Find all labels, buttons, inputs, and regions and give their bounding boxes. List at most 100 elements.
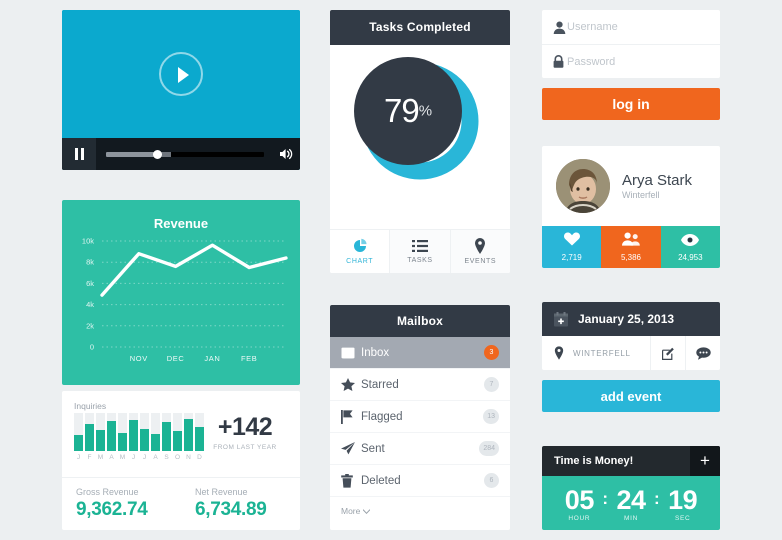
revenue-xtick: NOV [130, 354, 148, 363]
timer-unit-label: HOUR [568, 514, 591, 522]
timer-body: 05 HOUR:24 MIN:19 SEC [542, 476, 720, 530]
inquiries-bar [74, 413, 83, 451]
user-icon [553, 21, 567, 34]
comment-icon[interactable] [685, 336, 720, 370]
revenue-ytick: 10k [82, 237, 94, 246]
video-progress-handle[interactable] [152, 149, 162, 159]
delta-caption: FROM LAST YEAR [213, 444, 277, 451]
pause-icon[interactable] [62, 138, 96, 170]
event-location: WINTERFELL [542, 346, 650, 360]
mailbox-item-sent[interactable]: Sent 284 [330, 433, 510, 465]
mailbox-item-label: Flagged [361, 410, 403, 423]
volume-icon[interactable] [274, 148, 300, 160]
inquiries-bar-fill [96, 430, 105, 451]
revenue-xtick: JAN [204, 354, 220, 363]
play-icon[interactable] [159, 52, 203, 96]
profile-stat-heart[interactable]: 2,719 [542, 226, 602, 268]
inquiries-bar [85, 413, 94, 451]
profile-name: Arya Stark [622, 172, 693, 189]
add-event-button[interactable]: add event [542, 380, 720, 412]
event-header: January 25, 2013 [542, 302, 720, 336]
inquiries-bar [140, 413, 149, 451]
pause-bar-right [80, 148, 84, 160]
inquiries-month-tick: J [131, 454, 136, 461]
mailbox-item-badge: 6 [484, 473, 499, 488]
inquiries-month-tick: D [197, 454, 202, 461]
gross-revenue-value: 9,362.74 [76, 499, 148, 520]
inquiries-month-tick: J [142, 454, 147, 461]
delta-value: +142 [217, 413, 273, 441]
inquiries-bar-fill [74, 435, 83, 451]
tab-chart[interactable]: CHART [330, 230, 390, 273]
inquiries-month-tick: F [87, 454, 92, 461]
timer-header: Time is Money! + [542, 446, 720, 476]
mailbox-item-starred[interactable]: Starred 7 [330, 369, 510, 401]
inquiries-bar-fill [107, 421, 116, 451]
mailbox-more[interactable]: More [330, 497, 510, 525]
mailbox-title: Mailbox [330, 305, 510, 337]
video-progress-fill [106, 151, 157, 157]
timer-unit-min: 24 MIN [608, 486, 654, 522]
inquiries-bar-fill [129, 419, 138, 451]
mailbox-item-badge: 7 [484, 377, 499, 392]
tasks-completed-card: Tasks Completed 79% CHART TASKS EVENTS [330, 10, 510, 273]
tasks-title: Tasks Completed [330, 10, 510, 45]
timer-unit-hour: 05 HOUR [556, 484, 602, 522]
video-stage[interactable] [62, 10, 300, 138]
profile-stat-value: 5,386 [620, 253, 641, 262]
inquiries-month-tick: M [119, 454, 126, 461]
net-revenue-label: Net Revenue [195, 487, 248, 497]
inquiries-bar-fill [162, 422, 171, 451]
mailbox-list: Inbox 3 Starred 7 Flagged 13 Sent 284 Deleted 6 [330, 337, 510, 497]
edit-icon[interactable] [650, 336, 685, 370]
inquiries-bar-fill [118, 432, 127, 451]
profile-header: Arya Stark Winterfell [542, 146, 720, 226]
event-body: WINTERFELL [542, 336, 720, 370]
revenue-chart-card: Revenue 0 2k 4k 6k 8k 10k NOV DEC JAN FEB [62, 200, 300, 385]
inquiries-bar-fill [151, 433, 160, 451]
inquiries-bar [107, 413, 116, 451]
revenue-split: Gross Revenue 9,362.74 Net Revenue 6,734… [62, 477, 300, 530]
mailbox-item-deleted[interactable]: Deleted 6 [330, 465, 510, 497]
mailbox-item-badge: 3 [484, 345, 499, 360]
profile-stat-people[interactable]: 5,386 [601, 226, 661, 268]
inquiries-month-axis: JFMAMJJASOND [62, 454, 300, 461]
mailbox-item-flagged[interactable]: Flagged 13 [330, 401, 510, 433]
tab-tasks[interactable]: TASKS [389, 230, 450, 273]
username-input[interactable] [567, 21, 709, 33]
mailbox-item-inbox[interactable]: Inbox 3 [330, 337, 510, 369]
video-controls [62, 138, 300, 170]
timer-unit-sec: 19 SEC [660, 486, 706, 522]
tasks-donut-chart: 79% [330, 45, 510, 229]
video-progress-bar[interactable] [106, 149, 264, 159]
send-icon [341, 442, 361, 455]
tab-events[interactable]: EVENTS [449, 230, 510, 273]
login-button[interactable]: log in [542, 88, 720, 120]
mailbox-item-label: Starred [361, 378, 399, 391]
revenue-ytick: 4k [86, 300, 94, 309]
timer-unit-value: 05 [564, 484, 595, 515]
donut-center: 79% [354, 57, 462, 165]
inquiries-bar-fill [184, 418, 193, 451]
timer-add-button[interactable]: + [690, 446, 720, 476]
dashboard-ui-kit: Revenue 0 2k 4k 6k 8k 10k NOV DEC JAN FEB Inquiri… [0, 0, 782, 540]
inquiries-month-tick: N [186, 454, 191, 461]
event-date: January 25, 2013 [578, 312, 675, 326]
pause-bar-left [74, 148, 78, 160]
revenue-line-chart: 0 2k 4k 6k 8k 10k NOV DEC JAN FEB [82, 237, 288, 363]
username-row [542, 10, 720, 44]
tab-tasks-label: TASKS [407, 257, 433, 264]
tab-chart-label: CHART [346, 258, 374, 265]
heart-icon [563, 232, 580, 251]
timer-title: Time is Money! [554, 455, 634, 467]
calendar-icon [554, 311, 568, 326]
profile-stats: 2,719 5,386 24,953 [542, 226, 720, 268]
password-input[interactable] [567, 55, 709, 68]
inquiries-month-tick: A [153, 454, 158, 461]
tasks-tabs: CHART TASKS EVENTS [330, 229, 510, 273]
timer-unit-label: MIN [623, 514, 638, 522]
profile-stat-eye[interactable]: 24,953 [660, 226, 720, 268]
star-icon [341, 378, 361, 391]
avatar [556, 159, 610, 213]
map-pin-icon [475, 238, 486, 254]
